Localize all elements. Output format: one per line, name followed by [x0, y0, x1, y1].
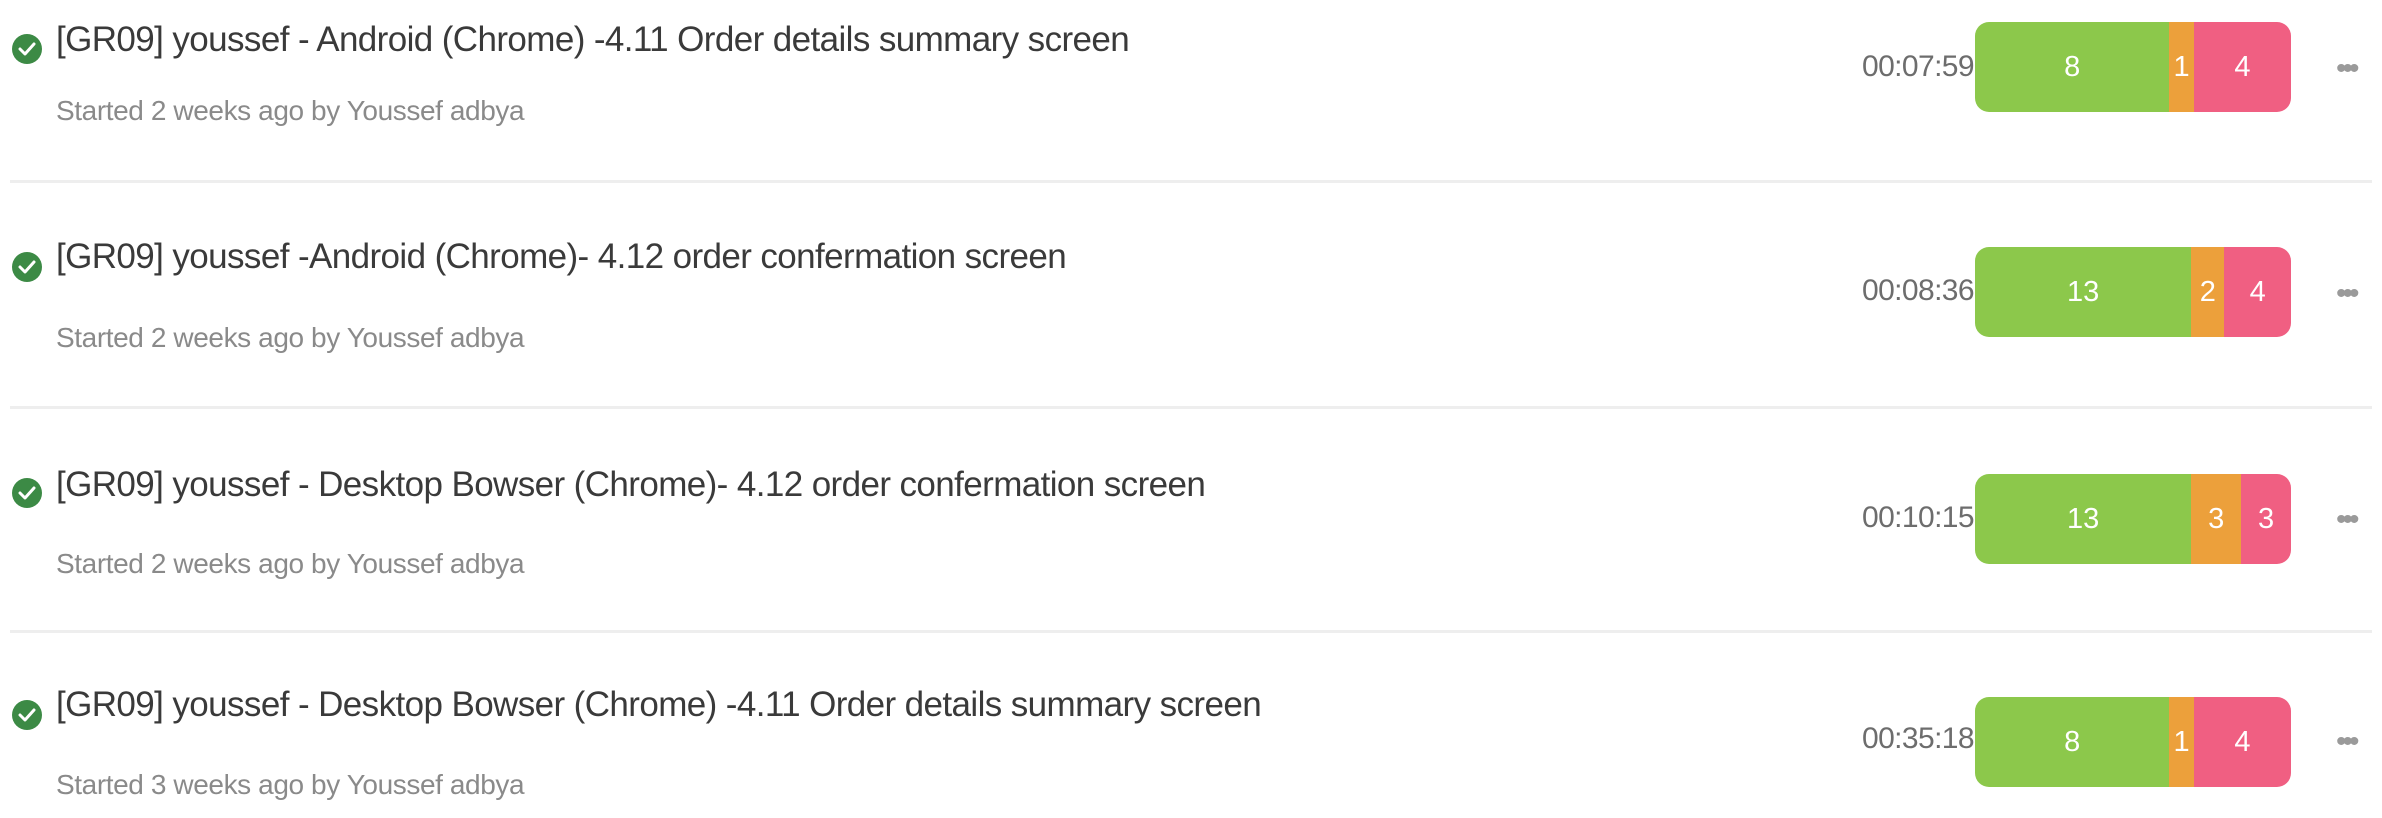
- check-circle-icon: [12, 700, 42, 730]
- test-run-row[interactable]: [GR09] youssef - Desktop Bowser (Chrome)…: [0, 408, 2382, 588]
- test-run-row[interactable]: [GR09] youssef - Android (Chrome) -4.11 …: [0, 0, 2382, 180]
- failed-count-segment[interactable]: 4: [2224, 247, 2291, 337]
- test-result-bar[interactable]: 13 3 3: [1975, 474, 2291, 564]
- test-run-started-by: Started 3 weeks ago by Youssef adbya: [56, 769, 525, 800]
- check-circle-icon: [12, 34, 42, 64]
- more-options-button[interactable]: •••: [2336, 725, 2359, 759]
- test-run-duration: 00:08:36: [1862, 274, 1975, 307]
- passed-count-segment[interactable]: 8: [1975, 697, 2170, 787]
- test-run-title[interactable]: [GR09] youssef -Android (Chrome)- 4.12 o…: [56, 237, 1067, 277]
- test-run-row[interactable]: [GR09] youssef -Android (Chrome)- 4.12 o…: [0, 182, 2382, 362]
- test-run-row[interactable]: [GR09] youssef - Desktop Bowser (Chrome)…: [0, 632, 2382, 812]
- passed-count-segment[interactable]: 13: [1975, 247, 2192, 337]
- test-run-duration: 00:35:18: [1862, 722, 1975, 755]
- test-run-title[interactable]: [GR09] youssef - Desktop Bowser (Chrome)…: [56, 465, 1206, 505]
- test-run-started-by: Started 2 weeks ago by Youssef adbya: [56, 322, 525, 353]
- row-divider: [10, 180, 2372, 183]
- test-run-list: [GR09] youssef - Android (Chrome) -4.11 …: [0, 0, 2382, 818]
- test-run-started-by: Started 2 weeks ago by Youssef adbya: [56, 548, 525, 579]
- test-result-bar[interactable]: 8 1 4: [1975, 697, 2291, 787]
- check-circle-icon: [12, 252, 42, 282]
- test-run-title[interactable]: [GR09] youssef - Android (Chrome) -4.11 …: [56, 20, 1130, 60]
- check-circle-icon: [12, 478, 42, 508]
- more-options-button[interactable]: •••: [2336, 277, 2359, 311]
- failed-count-segment[interactable]: 4: [2193, 697, 2291, 787]
- test-run-duration: 00:10:15: [1862, 501, 1975, 534]
- row-divider: [10, 630, 2372, 633]
- skipped-count-segment[interactable]: 2: [2191, 247, 2225, 337]
- test-result-bar[interactable]: 8 1 4: [1975, 22, 2291, 112]
- skipped-count-segment[interactable]: 1: [2169, 697, 2194, 787]
- failed-count-segment[interactable]: 4: [2193, 22, 2291, 112]
- passed-count-segment[interactable]: 13: [1975, 474, 2192, 564]
- test-run-started-by: Started 2 weeks ago by Youssef adbya: [56, 95, 525, 126]
- more-options-button[interactable]: •••: [2336, 52, 2359, 86]
- skipped-count-segment[interactable]: 1: [2169, 22, 2194, 112]
- more-options-button[interactable]: •••: [2336, 503, 2359, 537]
- failed-count-segment[interactable]: 3: [2241, 474, 2291, 564]
- passed-count-segment[interactable]: 8: [1975, 22, 2170, 112]
- row-divider: [10, 406, 2372, 409]
- skipped-count-segment[interactable]: 3: [2191, 474, 2242, 564]
- test-run-title[interactable]: [GR09] youssef - Desktop Bowser (Chrome)…: [56, 685, 1262, 725]
- test-result-bar[interactable]: 13 2 4: [1975, 247, 2291, 337]
- test-run-duration: 00:07:59: [1862, 50, 1975, 83]
